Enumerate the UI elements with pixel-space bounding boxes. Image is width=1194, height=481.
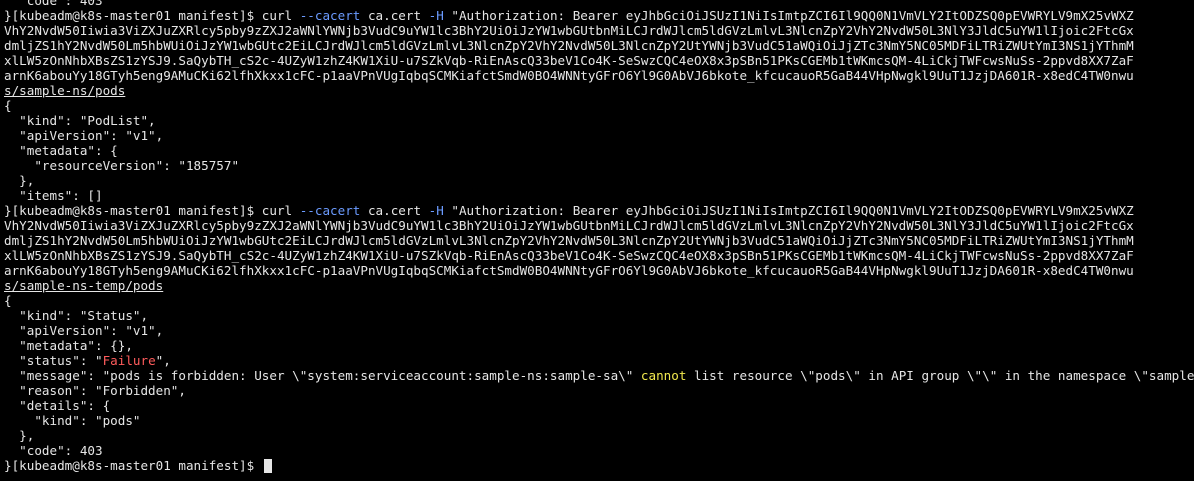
terminal-text: "code": 403 [4,443,103,458]
terminal-text: VhY2NvdW50Iiwia3ViZXJuZXRlcy5pby9zZXJ2aW… [4,218,1134,233]
url-path-segment: s/sample-ns/pods [4,83,126,98]
terminal-text: "metadata": { [4,143,118,158]
terminal-text: "message": "pods is forbidden: User \"sy… [4,368,641,383]
terminal-line: "code": 403 [4,443,1194,458]
terminal-text: -H [428,203,444,218]
terminal-line: "apiVersion": "v1", [4,323,1194,338]
terminal-text: }[kubeadm@k8s-master01 manifest]$ curl [4,203,300,218]
terminal-line: "kind": "PodList", [4,113,1194,128]
terminal-line: "apiVersion": "v1", [4,128,1194,143]
terminal-line: dmljZS1hY2NvdW50Lm5hbWUiOiJzYW1wbGUtc2Ei… [4,233,1194,248]
terminal-line: VhY2NvdW50Iiwia3ViZXJuZXRlcy5pby9zZXJ2aW… [4,218,1194,233]
terminal-text: ", [155,353,171,368]
terminal-line: { [4,293,1194,308]
terminal-line: arnK6abouYy18GTyh5eng9AMuCKi62lfhXkxx1cF… [4,68,1194,83]
terminal-line: "details": { [4,398,1194,413]
terminal-line: xlLW5zOnNhbXBsZS1zYSJ9.SaQybTH_cS2c-4UZy… [4,53,1194,68]
terminal-text: dmljZS1hY2NvdW50Lm5hbWUiOiJzYW1wbGUtc2Ei… [4,38,1134,53]
terminal-text: cannot [640,368,687,383]
terminal-line: arnK6abouYy18GTyh5eng9AMuCKi62lfhXkxx1cF… [4,263,1194,278]
terminal-line: dmljZS1hY2NvdW50Lm5hbWUiOiJzYW1wbGUtc2Ei… [4,38,1194,53]
terminal-text: -H [428,8,444,23]
terminal-text: "resourceVersion": "185757" [4,158,240,173]
terminal-text: xlLW5zOnNhbXBsZS1zYSJ9.SaQybTH_cS2c-4UZy… [4,53,1134,68]
terminal-line: "items": [] [4,188,1194,203]
terminal-text: VhY2NvdW50Iiwia3ViZXJuZXRlcy5pby9zZXJ2aW… [4,23,1134,38]
terminal-text: dmljZS1hY2NvdW50Lm5hbWUiOiJzYW1wbGUtc2Ei… [4,233,1134,248]
terminal-text: "Authorization: Bearer eyJhbGciOiJSUzI1N… [443,203,1134,218]
terminal-text: xlLW5zOnNhbXBsZS1zYSJ9.SaQybTH_cS2c-4UZy… [4,248,1134,263]
terminal-text: --cacert [299,8,361,23]
terminal-text: }[kubeadm@k8s-master01 manifest]$ [4,458,262,473]
terminal-window[interactable]: "code": 403}[kubeadm@k8s-master01 manife… [0,0,1194,481]
terminal-line: s/sample-ns/pods [4,83,1194,98]
terminal-text: "details": { [4,398,111,413]
terminal-text: ca.cert [360,8,429,23]
terminal-line: "kind": "pods" [4,413,1194,428]
terminal-text: "kind": "Status", [4,308,149,323]
terminal-line: "metadata": {}, [4,338,1194,353]
terminal-text: arnK6abouYy18GTyh5eng9AMuCKi62lfhXkxx1cF… [4,263,1134,278]
terminal-line: "metadata": { [4,143,1194,158]
terminal-text: }[kubeadm@k8s-master01 manifest]$ curl [4,8,300,23]
terminal-text: "kind": "pods" [4,413,141,428]
terminal-text: { [4,98,12,113]
terminal-line: s/sample-ns-temp/pods [4,278,1194,293]
terminal-text: { [4,293,12,308]
terminal-line: "resourceVersion": "185757" [4,158,1194,173]
terminal-text: "apiVersion": "v1", [4,323,164,338]
terminal-text: list resource \"pods\" in API group \"\"… [693,368,1194,383]
terminal-text: "apiVersion": "v1", [4,128,164,143]
terminal-line: "reason": "Forbidden", [4,383,1194,398]
terminal-text: "metadata": {}, [4,338,133,353]
terminal-text: "Authorization: Bearer eyJhbGciOiJSUzI1N… [443,8,1134,23]
terminal-text: "items": [] [4,188,103,203]
terminal-line: }[kubeadm@k8s-master01 manifest]$ curl -… [4,8,1194,23]
terminal-text: ca.cert [360,203,429,218]
terminal-text: Failure [102,353,156,368]
terminal-line: }, [4,428,1194,443]
terminal-line: }, [4,173,1194,188]
url-path-segment: s/sample-ns-temp/pods [4,278,164,293]
terminal-line: }[kubeadm@k8s-master01 manifest]$ curl -… [4,203,1194,218]
terminal-line: "kind": "Status", [4,308,1194,323]
terminal-line: "code": 403 [4,0,1194,8]
terminal-text: "status": " [4,353,103,368]
terminal-line: }[kubeadm@k8s-master01 manifest]$ [4,458,1194,473]
terminal-text: "kind": "PodList", [4,113,156,128]
terminal-line: VhY2NvdW50Iiwia3ViZXJuZXRlcy5pby9zZXJ2aW… [4,23,1194,38]
terminal-output: "code": 403}[kubeadm@k8s-master01 manife… [4,0,1194,473]
terminal-text: arnK6abouYy18GTyh5eng9AMuCKi62lfhXkxx1cF… [4,68,1134,83]
terminal-text: "reason": "Forbidden", [4,383,186,398]
terminal-line: "status": "Failure", [4,353,1194,368]
terminal-cursor [263,459,272,473]
terminal-line: { [4,98,1194,113]
terminal-line: xlLW5zOnNhbXBsZS1zYSJ9.SaQybTH_cS2c-4UZy… [4,248,1194,263]
terminal-text: "code": 403 [4,0,103,8]
terminal-text: --cacert [299,203,361,218]
terminal-line: "message": "pods is forbidden: User \"sy… [4,368,1194,383]
terminal-text: }, [4,428,35,443]
terminal-text: }, [4,173,35,188]
